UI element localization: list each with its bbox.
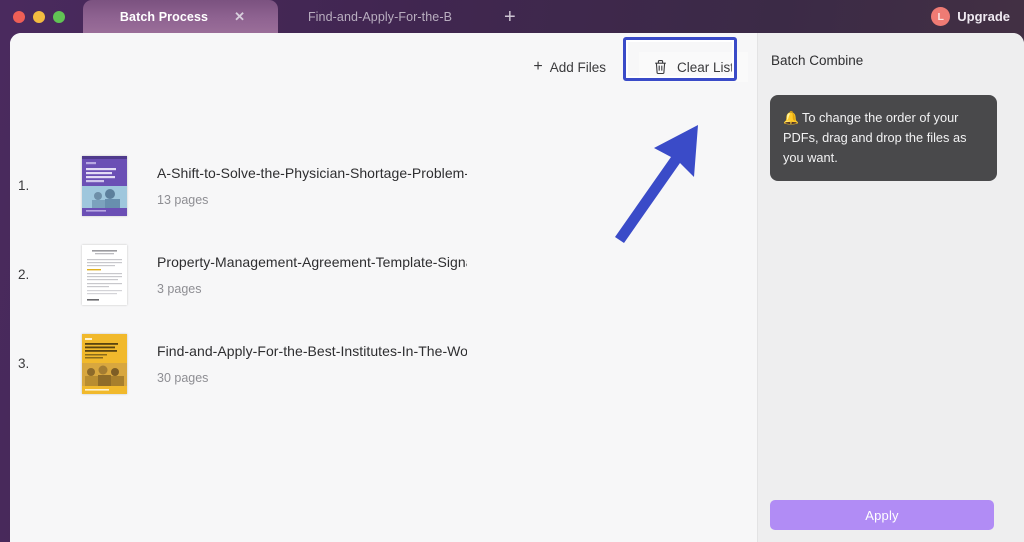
file-thumbnail: [82, 244, 127, 305]
maximize-window-icon[interactable]: [53, 10, 65, 23]
side-panel: Batch Combine 🔔 To change the order of yo…: [757, 33, 1024, 542]
upgrade-label: Upgrade: [957, 9, 1010, 24]
file-meta: Find-and-Apply-For-the-Best-Institutes-I…: [157, 343, 467, 385]
file-index: 2.: [18, 267, 30, 282]
toolbar: + Add Files Clear List: [525, 37, 748, 89]
tab-batch-process-label: Batch Process: [119, 9, 209, 24]
clear-list-label: Clear List: [676, 59, 734, 75]
file-meta: Property-Management-Agreement-Template-S…: [157, 254, 467, 296]
file-page-count: 30 pages: [157, 370, 209, 385]
titlebar: Batch Process ✕ Find-and-Apply-For-the-B…: [0, 0, 1024, 33]
file-page-count: 3 pages: [157, 281, 202, 296]
avatar: L: [931, 7, 951, 26]
close-icon[interactable]: ✕: [234, 10, 245, 23]
file-page-count: 13 pages: [157, 192, 209, 207]
tab-batch-process[interactable]: Batch Process ✕: [83, 0, 278, 33]
clear-list-wrapper: Clear List: [622, 37, 748, 82]
file-name: A-Shift-to-Solve-the-Physician-Shortage-…: [157, 164, 467, 181]
plus-icon: +: [533, 58, 543, 75]
clear-list-button[interactable]: Clear List: [638, 52, 748, 82]
table-row[interactable]: 1. A-Shift-to-Solve-the-Physician-Shorta…: [10, 141, 757, 230]
file-index: 1.: [18, 178, 30, 193]
file-meta: A-Shift-to-Solve-the-Physician-Shortage-…: [157, 165, 467, 207]
traffic-light-buttons[interactable]: [0, 10, 65, 23]
tab-find-and-apply-label: Find-and-Apply-For-the-B: [307, 9, 453, 24]
file-thumbnail: [82, 155, 127, 216]
add-files-button[interactable]: + Add Files: [525, 53, 614, 81]
file-thumbnail: [82, 333, 127, 394]
tab-strip: Batch Process ✕ Find-and-Apply-For-the-B…: [83, 0, 516, 33]
close-window-icon[interactable]: [13, 10, 25, 23]
table-row[interactable]: 3. Find-and-Apply-For-the-Best-Institute…: [10, 319, 757, 408]
toolbar-divider: [625, 58, 627, 76]
app-content: + Add Files Clear List 1. A-Shift-to-Sol…: [10, 33, 1024, 542]
tip-text: To change the order of your PDFs, drag a…: [783, 110, 967, 165]
file-list: 1. A-Shift-to-Solve-the-Physician-Shorta…: [10, 141, 757, 408]
file-name: Find-and-Apply-For-the-Best-Institutes-I…: [157, 342, 467, 359]
file-index: 3.: [18, 356, 30, 371]
page-title: Batch Combine: [771, 53, 864, 68]
tip-card: 🔔 To change the order of your PDFs, drag …: [770, 95, 997, 182]
table-row[interactable]: 2. Property-Management-Agreement-Templat…: [10, 230, 757, 319]
trash-icon: [653, 59, 668, 75]
minimize-window-icon[interactable]: [33, 10, 45, 23]
tab-find-and-apply[interactable]: Find-and-Apply-For-the-B: [278, 0, 478, 33]
apply-button[interactable]: Apply: [770, 500, 994, 530]
bell-icon: 🔔: [783, 110, 799, 125]
new-tab-icon[interactable]: +: [504, 7, 516, 27]
app-window: Batch Process ✕ Find-and-Apply-For-the-B…: [0, 0, 1024, 542]
file-name: Property-Management-Agreement-Template-S…: [157, 253, 467, 270]
add-files-label: Add Files: [549, 59, 606, 75]
main-panel: + Add Files Clear List 1. A-Shift-to-Sol…: [10, 33, 757, 542]
upgrade-button[interactable]: L Upgrade: [931, 7, 1010, 26]
